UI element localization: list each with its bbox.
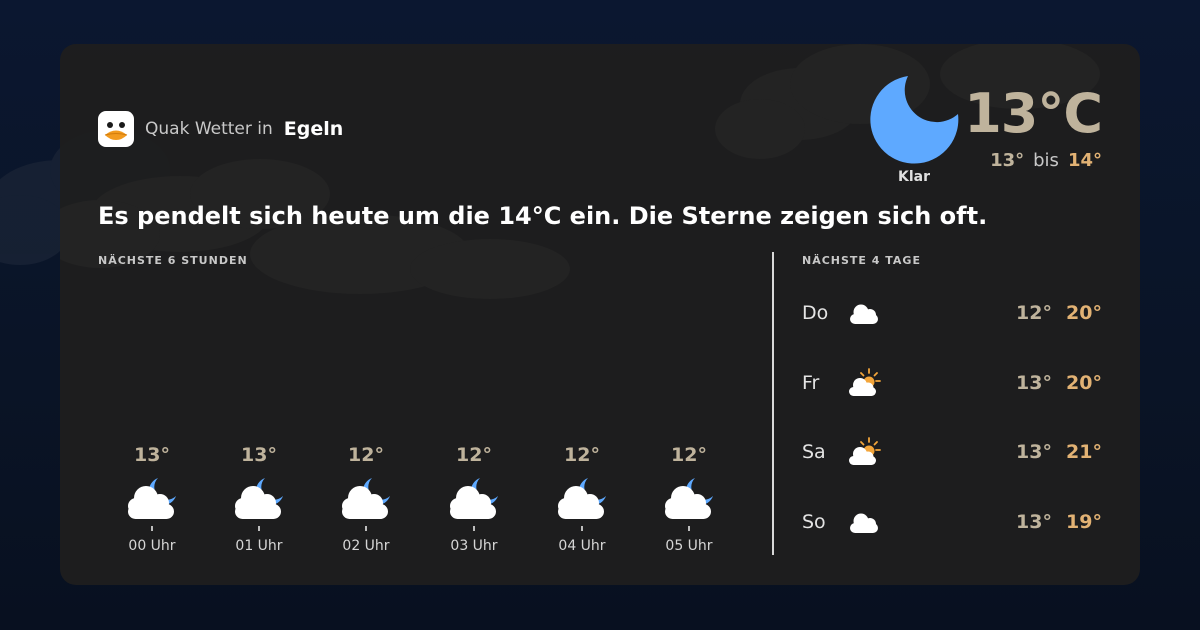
hour-time: 04 Uhr bbox=[558, 538, 606, 554]
location-name: Egeln bbox=[283, 118, 344, 140]
hour-time: 05 Uhr bbox=[665, 538, 713, 554]
cloud-moon-icon bbox=[336, 474, 396, 524]
cloud-moon-icon bbox=[444, 474, 504, 524]
cloud-moon-icon bbox=[122, 474, 182, 524]
hour-tick bbox=[365, 526, 367, 531]
daily-item: Sa 13° 21° bbox=[802, 433, 1102, 473]
daily-item: So 13° 19° bbox=[802, 503, 1102, 543]
day-min: 13° bbox=[1016, 372, 1052, 394]
current-max: 14° bbox=[1067, 150, 1102, 171]
hourly-item: 13° 01 Uhr bbox=[205, 442, 313, 562]
hourly-item: 13° 00 Uhr bbox=[98, 442, 206, 562]
hour-tick bbox=[581, 526, 583, 531]
day-max: 21° bbox=[1066, 441, 1102, 463]
cloud-sun-icon bbox=[844, 435, 884, 469]
current-temperature: 13°C bbox=[964, 82, 1103, 145]
daily-section-label: NÄCHSTE 4 TAGE bbox=[802, 254, 921, 267]
hour-tick bbox=[258, 526, 260, 531]
day-name: So bbox=[802, 511, 826, 533]
day-max: 20° bbox=[1066, 302, 1102, 324]
day-min: 12° bbox=[1016, 302, 1052, 324]
brand-prefix: Quak Wetter in bbox=[145, 119, 273, 139]
cloud-icon bbox=[844, 296, 884, 330]
brand: Quak Wetter in Egeln bbox=[98, 111, 343, 147]
day-min: 13° bbox=[1016, 441, 1052, 463]
weather-card: Quak Wetter in Egeln Klar 13°C 13° bis 14°… bbox=[60, 44, 1140, 585]
hour-time: 03 Uhr bbox=[450, 538, 498, 554]
day-max: 20° bbox=[1066, 372, 1102, 394]
hour-temperature: 13° bbox=[241, 444, 277, 466]
hourly-item: 12° 02 Uhr bbox=[312, 442, 420, 562]
daily-forecast: Do 12° 20° Fr 13° 20° Sa 13° 21° So 13° … bbox=[802, 286, 1102, 566]
hour-tick bbox=[473, 526, 475, 531]
cloud-moon-icon bbox=[552, 474, 612, 524]
section-divider bbox=[772, 252, 774, 555]
hourly-section-label: NÄCHSTE 6 STUNDEN bbox=[98, 254, 248, 267]
day-max: 19° bbox=[1066, 511, 1102, 533]
forecast-summary: Es pendelt sich heute um die 14°C ein. D… bbox=[98, 202, 988, 230]
duck-logo-icon bbox=[98, 111, 134, 147]
day-name: Sa bbox=[802, 441, 826, 463]
current-condition: Klar bbox=[898, 169, 930, 185]
hour-tick bbox=[688, 526, 690, 531]
hour-temperature: 13° bbox=[134, 444, 170, 466]
daily-item: Do 12° 20° bbox=[802, 294, 1102, 334]
hour-time: 02 Uhr bbox=[342, 538, 390, 554]
hour-tick bbox=[151, 526, 153, 531]
hour-temperature: 12° bbox=[456, 444, 492, 466]
hour-temperature: 12° bbox=[348, 444, 384, 466]
hourly-forecast: 13° 00 Uhr 13° 01 Uhr 12° 02 Uhr 12° 03 … bbox=[98, 442, 742, 562]
day-name: Do bbox=[802, 302, 829, 324]
hourly-item: 12° 05 Uhr bbox=[635, 442, 743, 562]
day-name: Fr bbox=[802, 372, 820, 394]
hour-temperature: 12° bbox=[564, 444, 600, 466]
hourly-item: 12° 03 Uhr bbox=[420, 442, 528, 562]
cloud-moon-icon bbox=[229, 474, 289, 524]
hour-time: 00 Uhr bbox=[128, 538, 176, 554]
day-min: 13° bbox=[1016, 511, 1052, 533]
cloud-sun-icon bbox=[844, 366, 884, 400]
hourly-item: 12° 04 Uhr bbox=[528, 442, 636, 562]
current-min: 13° bbox=[990, 150, 1025, 171]
moon-icon bbox=[868, 74, 960, 166]
cloud-moon-icon bbox=[659, 474, 719, 524]
daily-item: Fr 13° 20° bbox=[802, 364, 1102, 404]
current-range: 13° bis 14° bbox=[990, 150, 1102, 172]
current-weather: Klar 13°C 13° bis 14° bbox=[852, 74, 1103, 194]
range-separator: bis bbox=[1033, 150, 1059, 171]
cloud-icon bbox=[844, 505, 884, 539]
hour-time: 01 Uhr bbox=[235, 538, 283, 554]
hour-temperature: 12° bbox=[671, 444, 707, 466]
